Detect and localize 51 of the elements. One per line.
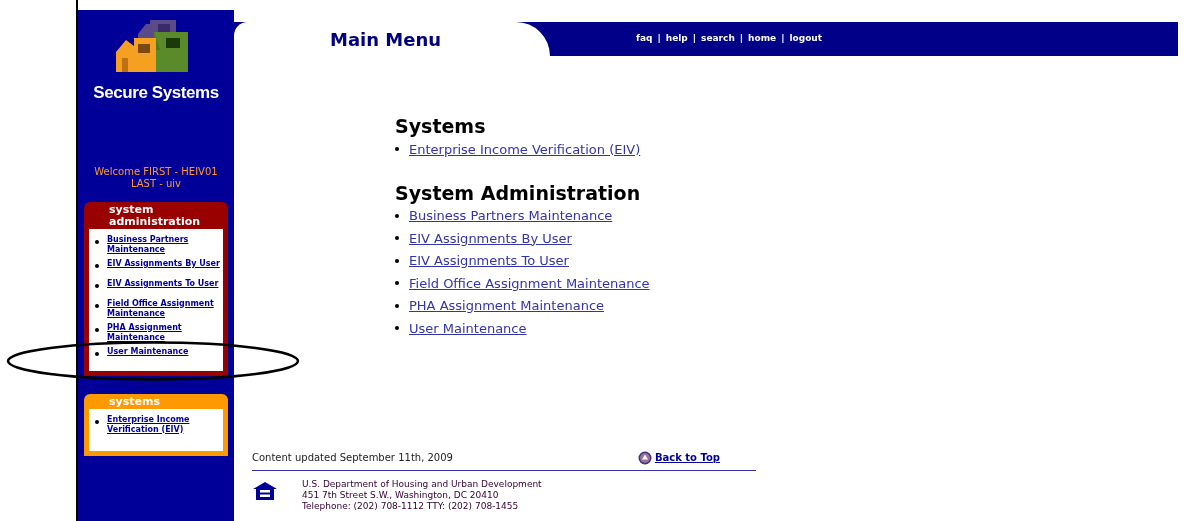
bullet-icon	[95, 327, 99, 332]
menu-link[interactable]: Enterprise Income Verification (EIV)	[409, 139, 641, 159]
address-line: Telephone: (202) 708-1112 TTY: (202) 708-1455	[302, 501, 520, 512]
nav-separator: |	[781, 32, 785, 46]
up-arrow-icon	[637, 450, 652, 465]
bullet-icon	[95, 419, 99, 424]
section-heading: System Administration	[395, 180, 642, 205]
logo-text: Secure Systems	[93, 82, 219, 104]
bullet-icon	[395, 281, 399, 286]
menu-link[interactable]: Business Partners Maintenance	[409, 206, 613, 226]
sidebar-link[interactable]: User Maintenance	[107, 346, 189, 357]
page-title: Main Menu	[330, 27, 442, 52]
bullet-icon	[95, 283, 99, 288]
menu-link[interactable]: PHA Assignment Maintenance	[409, 296, 605, 316]
bullet-icon	[95, 263, 99, 268]
sidebar-link[interactable]: PHA Assignment Maintenance	[107, 322, 223, 343]
nav-link[interactable]: faq	[636, 32, 653, 46]
bullet-icon	[95, 351, 99, 356]
address-line: 451 7th Street S.W., Washington, DC 20410	[302, 490, 500, 501]
menu-link[interactable]: EIV Assignments To User	[409, 251, 569, 271]
bullet-icon	[395, 147, 399, 152]
nav-link[interactable]: home	[748, 32, 777, 46]
address-line: U.S. Department of Housing and Urban Development	[302, 479, 542, 490]
nav-separator: |	[739, 32, 744, 46]
nav-separator: |	[657, 32, 661, 46]
sidebar-link[interactable]: EIV Assignments To User	[107, 278, 219, 289]
bullet-icon	[95, 239, 99, 244]
nav-link[interactable]: help	[665, 32, 688, 46]
bullet-icon	[395, 213, 399, 218]
bullet-icon	[395, 258, 399, 263]
sidebar-link[interactable]: Enterprise Income Verification (EIV)	[107, 414, 223, 435]
nav-link[interactable]: search	[701, 32, 735, 46]
welcome-text: Welcome FIRST - HEIV01 LAST - uiv	[93, 165, 219, 190]
nav-link[interactable]: logout	[789, 32, 823, 46]
menu-link[interactable]: Field Office Assignment Maintenance	[409, 273, 650, 293]
panel-title: systems	[108, 393, 161, 408]
menu-link[interactable]: EIV Assignments By User	[409, 228, 572, 248]
menu-link[interactable]: User Maintenance	[409, 318, 527, 338]
bullet-icon	[395, 236, 399, 241]
panel-title: system administration	[108, 201, 202, 228]
sidebar-link[interactable]: Field Office Assignment Maintenance	[107, 298, 223, 319]
section-heading: Systems	[395, 114, 487, 138]
sidebar-link[interactable]: Business Partners Maintenance	[107, 234, 223, 255]
bullet-icon	[395, 303, 399, 308]
nav-separator: |	[692, 32, 697, 46]
back-to-top-link[interactable]: Back to Top	[654, 450, 720, 465]
equal-housing-icon	[252, 481, 278, 501]
update-text: Content updated September 11th, 2009	[252, 451, 453, 465]
bullet-icon	[395, 326, 399, 331]
sidebar-link[interactable]: EIV Assignments By User	[107, 258, 220, 269]
bullet-icon	[95, 303, 99, 308]
